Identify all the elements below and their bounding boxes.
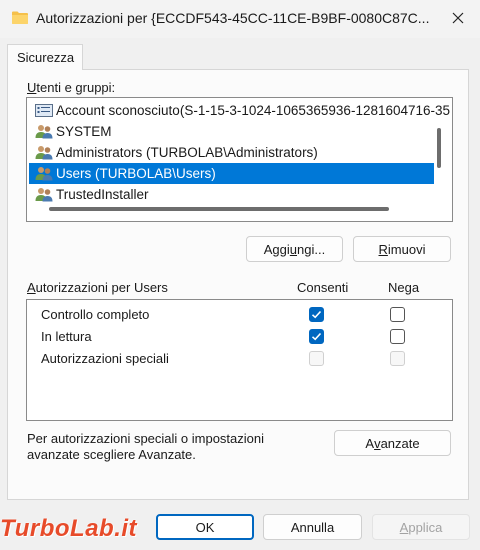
list-item[interactable]: SYSTEM — [29, 121, 434, 142]
allow-checkbox[interactable] — [309, 307, 324, 322]
checkmark-icon — [311, 310, 322, 319]
permission-name: In lettura — [41, 329, 92, 344]
deny-checkbox[interactable] — [390, 329, 405, 344]
title-bar: Autorizzazioni per {ECCDF543-45CC-11CE-B… — [0, 0, 480, 38]
users-group-icon — [35, 125, 53, 139]
list-item[interactable]: TrustedInstaller — [29, 184, 434, 205]
list-item[interactable]: Administrators (TURBOLAB\Administrators) — [29, 142, 434, 163]
tab-label: Sicurezza — [17, 50, 75, 65]
ok-button[interactable]: OK — [156, 514, 254, 540]
permissions-header: Autorizzazioni per Users — [27, 280, 168, 295]
close-icon — [452, 12, 464, 24]
users-group-icon — [35, 188, 53, 202]
users-group-icon — [35, 167, 53, 181]
vertical-scrollbar[interactable] — [437, 128, 441, 168]
list-item-label: SYSTEM — [56, 124, 112, 139]
list-item-label: Administrators (TURBOLAB\Administrators) — [56, 145, 318, 160]
watermark-logo: TurboLab.it — [0, 515, 138, 542]
users-listbox[interactable]: Account sconosciuto(S-1-15-3-1024-106536… — [26, 97, 453, 222]
deny-column-header: Nega — [388, 280, 420, 295]
cancel-button[interactable]: Annulla — [263, 514, 362, 540]
advanced-button[interactable]: Av anzate — [334, 430, 451, 456]
unknown-account-icon — [35, 104, 53, 117]
folder-icon — [12, 11, 28, 24]
list-item-label: TrustedInstaller — [56, 187, 149, 202]
deny-checkbox[interactable] — [390, 307, 405, 322]
permission-name: Autorizzazioni speciali — [41, 351, 169, 366]
permission-name: Controllo completo — [41, 307, 150, 322]
window-title: Autorizzazioni per {ECCDF543-45CC-11CE-B… — [36, 10, 430, 26]
horizontal-scrollbar[interactable] — [49, 207, 389, 211]
checkmark-icon — [311, 332, 322, 341]
allow-checkbox[interactable] — [309, 329, 324, 344]
list-item-selected[interactable]: Users (TURBOLAB\Users) — [29, 163, 434, 184]
remove-button[interactable]: Rimuovi — [353, 236, 451, 262]
deny-checkbox — [390, 351, 405, 366]
advanced-note-line2: avanzate scegliere Avanzate. — [27, 447, 196, 462]
users-group-icon — [35, 146, 53, 160]
add-button[interactable]: Aggi u ngi... — [246, 236, 343, 262]
list-item[interactable]: Account sconosciuto(S-1-15-3-1024-106536… — [29, 100, 450, 121]
list-item-label: Users (TURBOLAB\Users) — [56, 166, 216, 181]
users-groups-label: Utenti e gruppi: — [27, 80, 116, 95]
allow-column-header: Consenti — [297, 280, 349, 295]
permissions-list: Controllo completo In lettura Autorizzaz… — [26, 299, 453, 421]
close-button[interactable] — [440, 2, 476, 34]
apply-button: Applica — [372, 514, 470, 540]
advanced-note-line1: Per autorizzazioni speciali o impostazio… — [27, 431, 265, 446]
allow-checkbox — [309, 351, 324, 366]
tab-sicurezza[interactable]: Sicurezza — [7, 44, 83, 70]
list-item-label: Account sconosciuto(S-1-15-3-1024-106536… — [56, 103, 451, 118]
